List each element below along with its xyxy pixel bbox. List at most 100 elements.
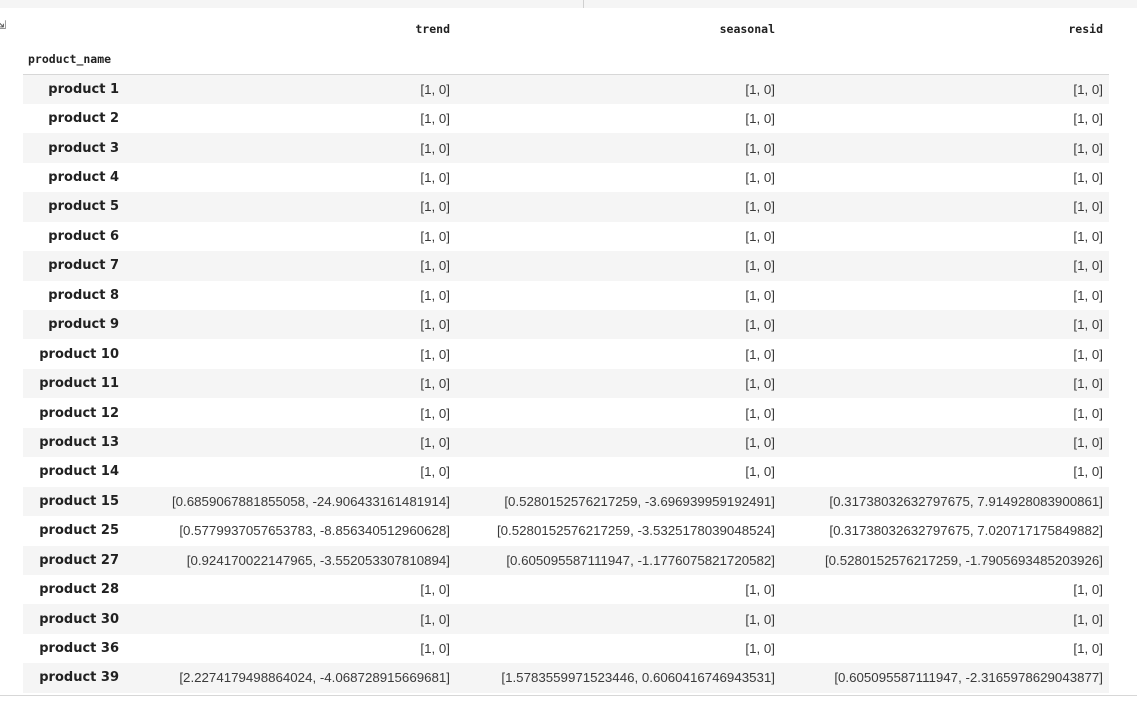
cell-seasonal: [1, 0] [745,346,775,362]
cell-trend: [1, 0] [420,258,450,274]
cell-trend: [1, 0] [420,582,450,598]
cell-trend: [1, 0] [420,111,450,127]
table-row: product 30 [1, 0] [1, 0] [1, 0] [23,604,1109,634]
table-row: product 5 [1, 0] [1, 0] [1, 0] [23,192,1109,222]
column-header-trend: trend [415,22,450,36]
cell-resid: [1, 0] [1073,611,1103,627]
cell-seasonal: [1, 0] [745,81,775,97]
cell-seasonal: [0.605095587111947, -1.1776075821720582] [506,552,775,568]
cell-trend: [1, 0] [420,641,450,657]
table-row: product 7 [1, 0] [1, 0] [1, 0] [23,251,1109,281]
cell-resid: [1, 0] [1073,346,1103,362]
cell-resid: [1, 0] [1073,140,1103,156]
cell-trend: [1, 0] [420,376,450,392]
cell-seasonal: [1, 0] [745,376,775,392]
cell-resid: [1, 0] [1073,81,1103,97]
cell-resid: [0.31738032632797675, 7.914928083900861] [829,493,1103,509]
cell-resid: [1, 0] [1073,434,1103,450]
cell-seasonal: [1, 0] [745,641,775,657]
row-label: product 30 [39,611,119,627]
cell-seasonal: [1, 0] [745,464,775,480]
index-name-header: product_name [23,44,129,75]
table-row: product 4 [1, 0] [1, 0] [1, 0] [23,163,1109,192]
row-label: product 1 [48,81,119,97]
cell-seasonal: [0.5280152576217259, -3.696939959192491] [504,493,775,509]
cell-resid: [0.5280152576217259, -1.7905693485203926… [824,552,1103,568]
cell-trend: [0.5779937057653783, -8.856340512960628] [179,523,450,539]
table-row: product 25 [0.5779937057653783, -8.856340… [23,516,1109,545]
table-row: product 28 [1, 0] [1, 0] [1, 0] [23,575,1109,604]
row-label: product 25 [39,523,119,539]
cell-trend: [0.6859067881855058, -24.906433161481914… [171,493,450,509]
cell-seasonal: [1, 0] [745,317,775,333]
row-label: product 3 [48,140,119,156]
cell-seasonal: [1, 0] [745,287,775,303]
table-body: product 1 [1, 0] [1, 0] [1, 0] product 2 [1, … [23,74,1109,693]
cell-toolbar-strip [0,0,1137,8]
cell-trend: [1, 0] [420,81,450,97]
cell-trend: [1, 0] [420,170,450,186]
column-header-seasonal: seasonal [719,22,775,36]
cell-seasonal: [1, 0] [745,434,775,450]
table-row: product 10 [1, 0] [1, 0] [1, 0] [23,339,1109,368]
table-row: product 36 [1, 0] [1, 0] [1, 0] [23,634,1109,663]
corner-header [23,14,129,44]
table-row: product 13 [1, 0] [1, 0] [1, 0] [23,427,1109,458]
table-row: product 2 [1, 0] [1, 0] [1, 0] [23,104,1109,133]
output-arrow-icon[interactable]: ⇲ [0,18,10,32]
column-header-row: trend seasonal resid [23,14,1109,44]
cell-resid: [1, 0] [1073,582,1103,598]
cell-seasonal: [1, 0] [745,170,775,186]
cell-resid: [1, 0] [1073,199,1103,215]
cell-resid: [1, 0] [1073,258,1103,274]
column-header-resid: resid [1068,22,1103,36]
cell-trend: [1, 0] [420,464,450,480]
table-row: product 14 [1, 0] [1, 0] [1, 0] [23,457,1109,486]
cell-seasonal: [0.5280152576217259, -3.5325178039048524… [496,523,775,539]
cell-trend: [0.924170022147965, -3.552053307810894] [186,552,450,568]
cell-seasonal: [1, 0] [745,582,775,598]
table-row: product 27 [0.924170022147965, -3.5520533… [23,545,1109,575]
cell-seasonal: [1, 0] [745,140,775,156]
row-label: product 5 [48,199,119,215]
cell-resid: [1, 0] [1073,228,1103,244]
cell-trend: [1, 0] [420,199,450,215]
row-label: product 13 [39,434,119,450]
table-row: product 6 [1, 0] [1, 0] [1, 0] [23,222,1109,251]
row-label: product 2 [48,111,119,127]
row-label: product 28 [39,582,119,598]
table-row: product 1 [1, 0] [1, 0] [1, 0] [23,74,1109,104]
index-header-row: product_name [23,44,1109,75]
cell-resid: [1, 0] [1073,317,1103,333]
row-label: product 6 [48,228,119,244]
cell-resid: [0.31738032632797675, 7.020717175849882] [829,523,1103,539]
table-row: product 12 [1, 0] [1, 0] [1, 0] [23,398,1109,427]
table-row: product 8 [1, 0] [1, 0] [1, 0] [23,281,1109,310]
cell-trend: [1, 0] [420,287,450,303]
row-label: product 15 [39,493,119,509]
cell-trend: [2.2274179498864024, -4.068728915669681] [179,670,450,686]
cell-resid: [1, 0] [1073,405,1103,421]
table-row: product 3 [1, 0] [1, 0] [1, 0] [23,133,1109,163]
cell-trend: [1, 0] [420,346,450,362]
dataframe-output: trend seasonal resid product_name produc… [23,14,1109,693]
output-bottom-border [0,695,1137,696]
row-label: product 7 [48,258,119,274]
cell-resid: [1, 0] [1073,641,1103,657]
row-label: product 14 [39,464,119,480]
cell-seasonal: [1.5783559971523446, 0.6060416746943531] [501,670,775,686]
cell-seasonal: [1, 0] [745,405,775,421]
row-label: product 9 [48,317,119,333]
cell-seasonal: [1, 0] [745,228,775,244]
cell-trend: [1, 0] [420,228,450,244]
row-label: product 10 [39,346,119,362]
row-label: product 8 [48,287,119,303]
cell-trend: [1, 0] [420,317,450,333]
table-row: product 15 [0.6859067881855058, -24.90643… [23,486,1109,517]
cell-seasonal: [1, 0] [745,199,775,215]
table-row: product 9 [1, 0] [1, 0] [1, 0] [23,310,1109,340]
cell-resid: [1, 0] [1073,464,1103,480]
cell-resid: [1, 0] [1073,287,1103,303]
row-label: product 11 [39,376,119,392]
cell-seasonal: [1, 0] [745,611,775,627]
